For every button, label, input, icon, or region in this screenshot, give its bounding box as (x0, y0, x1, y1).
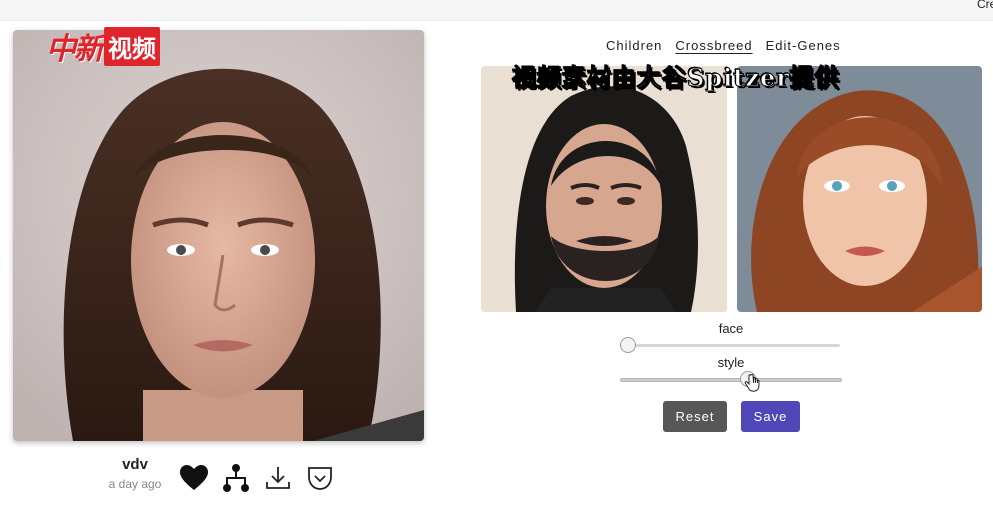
tab-edit-genes[interactable]: Edit-Genes (766, 38, 841, 53)
parent-image-left[interactable] (481, 66, 727, 312)
timestamp: a day ago (108, 477, 162, 491)
tab-bar: Children Crossbreed Edit-Genes (606, 38, 841, 53)
creator-meta: vdv a day ago (100, 456, 170, 491)
video-credit-caption: 视频素材由大谷Spitzer提供 (512, 63, 840, 93)
save-button[interactable]: Save (741, 401, 800, 432)
pocket-icon[interactable] (304, 462, 336, 494)
tab-children[interactable]: Children (606, 38, 662, 53)
style-slider-label: style (717, 355, 745, 370)
face-slider-thumb[interactable] (620, 337, 636, 353)
face-slider-track[interactable] (622, 344, 840, 347)
top-strip: Crea (0, 0, 993, 21)
tree-icon[interactable] (220, 462, 252, 494)
heart-icon[interactable] (178, 462, 210, 494)
hand-cursor-icon (744, 373, 760, 397)
watermark-brand-box: 视频 (104, 26, 160, 66)
news-watermark: 中新 视频 (46, 26, 160, 67)
username[interactable]: vdv (100, 456, 170, 473)
parent-images (481, 66, 982, 312)
face-slider-label: face (718, 321, 744, 336)
tab-crossbreed[interactable]: Crossbreed (675, 38, 752, 53)
main-portrait-image[interactable] (13, 30, 424, 441)
download-icon[interactable] (262, 462, 294, 494)
parent-image-right[interactable] (736, 66, 982, 312)
watermark-brand-text: 中新 (46, 32, 104, 67)
reset-button[interactable]: Reset (663, 401, 727, 432)
create-link[interactable]: Crea (977, 0, 993, 11)
style-slider-track[interactable] (620, 378, 842, 382)
